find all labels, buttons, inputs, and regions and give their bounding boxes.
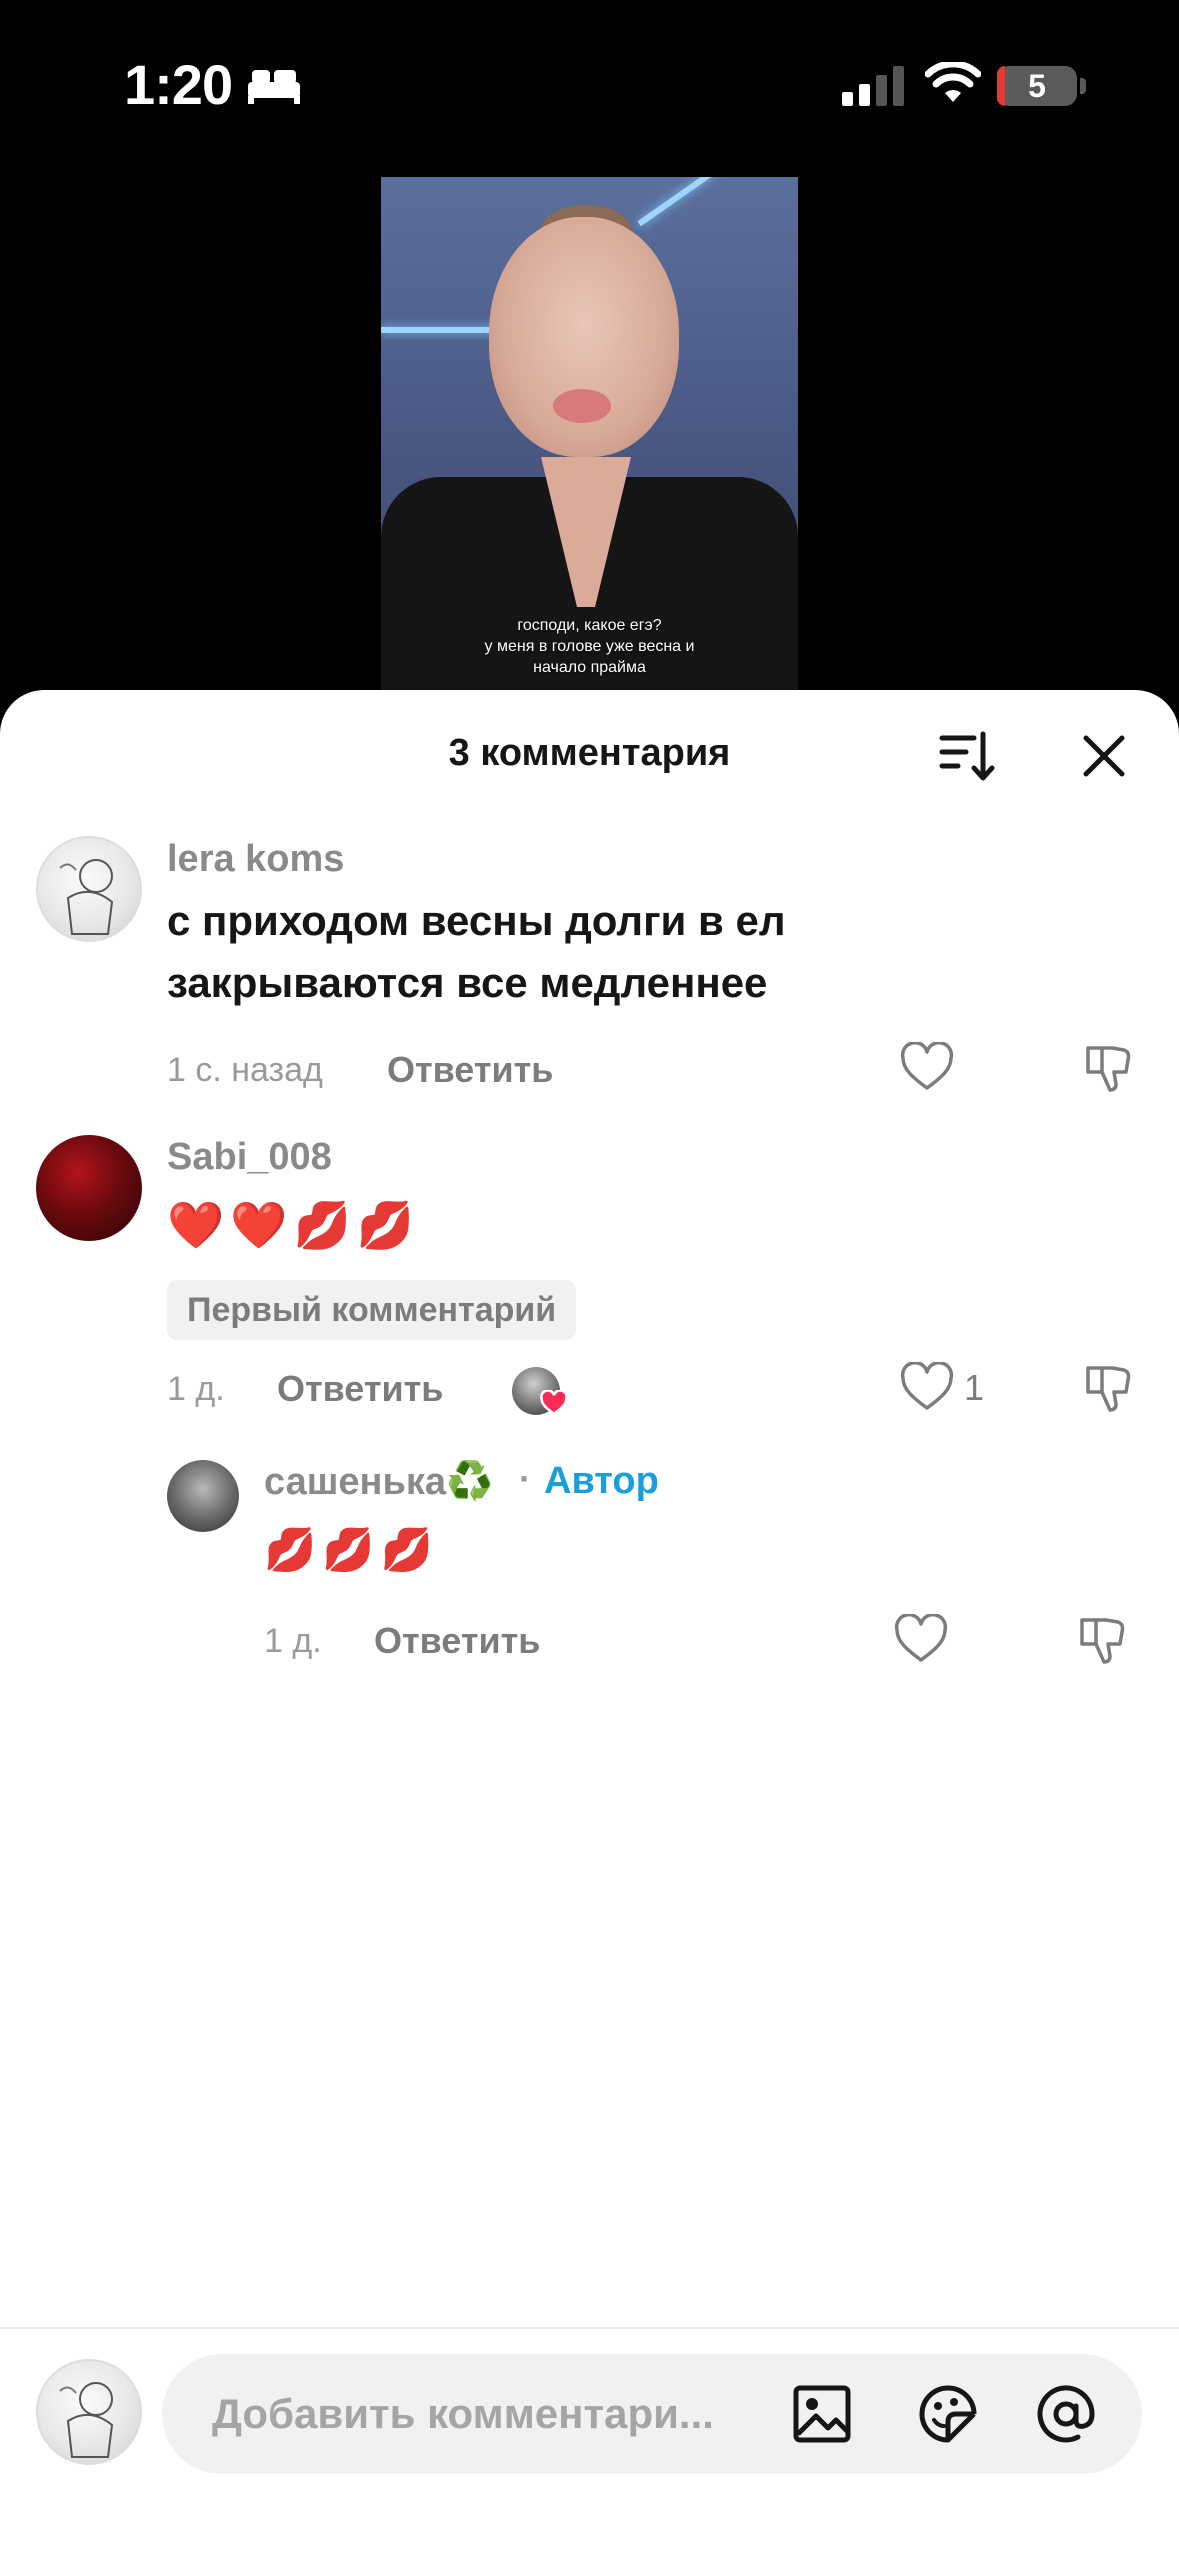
avatar[interactable] (36, 1135, 142, 1241)
reply-button[interactable]: Ответить (277, 1368, 443, 1410)
comment-input-placeholder: Добавить комментари... (212, 2390, 714, 2437)
battery-tip (1080, 78, 1086, 94)
heart-icon[interactable] (900, 1362, 954, 1412)
video-subtitle: господи, какое егэ? у меня в голове уже … (381, 615, 798, 678)
avatar[interactable] (167, 1460, 239, 1532)
avatar-illustration (59, 2382, 114, 2458)
comment-time: 1 с. назад (167, 1051, 323, 1089)
battery-level: 5 (1028, 68, 1046, 104)
avatar[interactable] (36, 836, 142, 942)
battery-indicator: 5 (997, 66, 1077, 106)
heart-icon (540, 1390, 568, 1416)
led-strip (381, 327, 501, 333)
reply-button[interactable]: Ответить (374, 1620, 540, 1662)
reply-text: 💋💋💋 (264, 1526, 439, 1573)
dislike-icon[interactable] (1080, 1360, 1134, 1414)
dislike-icon[interactable] (1074, 1612, 1128, 1666)
comment-text: с приходом весны долги в ел закрываются … (167, 890, 786, 1014)
heart-icon[interactable] (900, 1042, 954, 1092)
my-avatar (36, 2359, 142, 2465)
like-count: 1 (964, 1367, 985, 1408)
dislike-icon[interactable] (1080, 1040, 1134, 1094)
comment-text-line: закрываются все медленнее (167, 959, 768, 1006)
sticker-icon[interactable] (916, 2382, 980, 2446)
close-icon[interactable] (1074, 726, 1134, 786)
bed-icon (248, 70, 300, 104)
subtitle-line: начало прайма (533, 659, 646, 676)
subtitle-line: у меня в голове уже весна и (484, 638, 695, 655)
comments-count-title: 3 комментария (448, 732, 731, 774)
status-bar: 1:20 5 (0, 0, 1179, 170)
person-lips (553, 389, 611, 423)
avatar-illustration (59, 859, 114, 935)
status-time: 1:20 (124, 53, 233, 116)
mention-icon[interactable] (1034, 2382, 1098, 2446)
comment-text-line: с приходом весны долги в ел (167, 897, 786, 944)
comment-input[interactable]: Добавить комментари... (162, 2354, 1142, 2474)
comment-username[interactable]: Sabi_008 (167, 1136, 332, 1179)
reply-button[interactable]: Ответить (387, 1049, 553, 1091)
comment-composer: Добавить комментари... (0, 2327, 1179, 2556)
sort-icon[interactable] (936, 726, 996, 786)
reply-username[interactable]: сашенька♻️ (264, 1460, 493, 1504)
heart-icon[interactable] (894, 1614, 948, 1664)
comment-time: 1 д. (264, 1622, 322, 1660)
video-preview[interactable]: господи, какое егэ? у меня в голове уже … (381, 177, 798, 700)
subtitle-line: господи, какое егэ? (517, 617, 662, 634)
image-icon[interactable] (790, 2382, 854, 2446)
signal-icon (842, 66, 904, 106)
first-comment-badge: Первый комментарий (167, 1280, 577, 1340)
led-strip (637, 177, 715, 227)
comment-text: ❤️❤️💋💋 (167, 1199, 421, 1251)
author-badge: Автор (544, 1460, 659, 1502)
author-separator: · (519, 1458, 531, 1499)
wifi-icon (925, 62, 981, 102)
comment-username[interactable]: lera koms (167, 838, 344, 881)
comments-sheet: 3 комментария lera koms с приходом весны… (0, 690, 1179, 2556)
comment-time: 1 д. (167, 1370, 225, 1408)
